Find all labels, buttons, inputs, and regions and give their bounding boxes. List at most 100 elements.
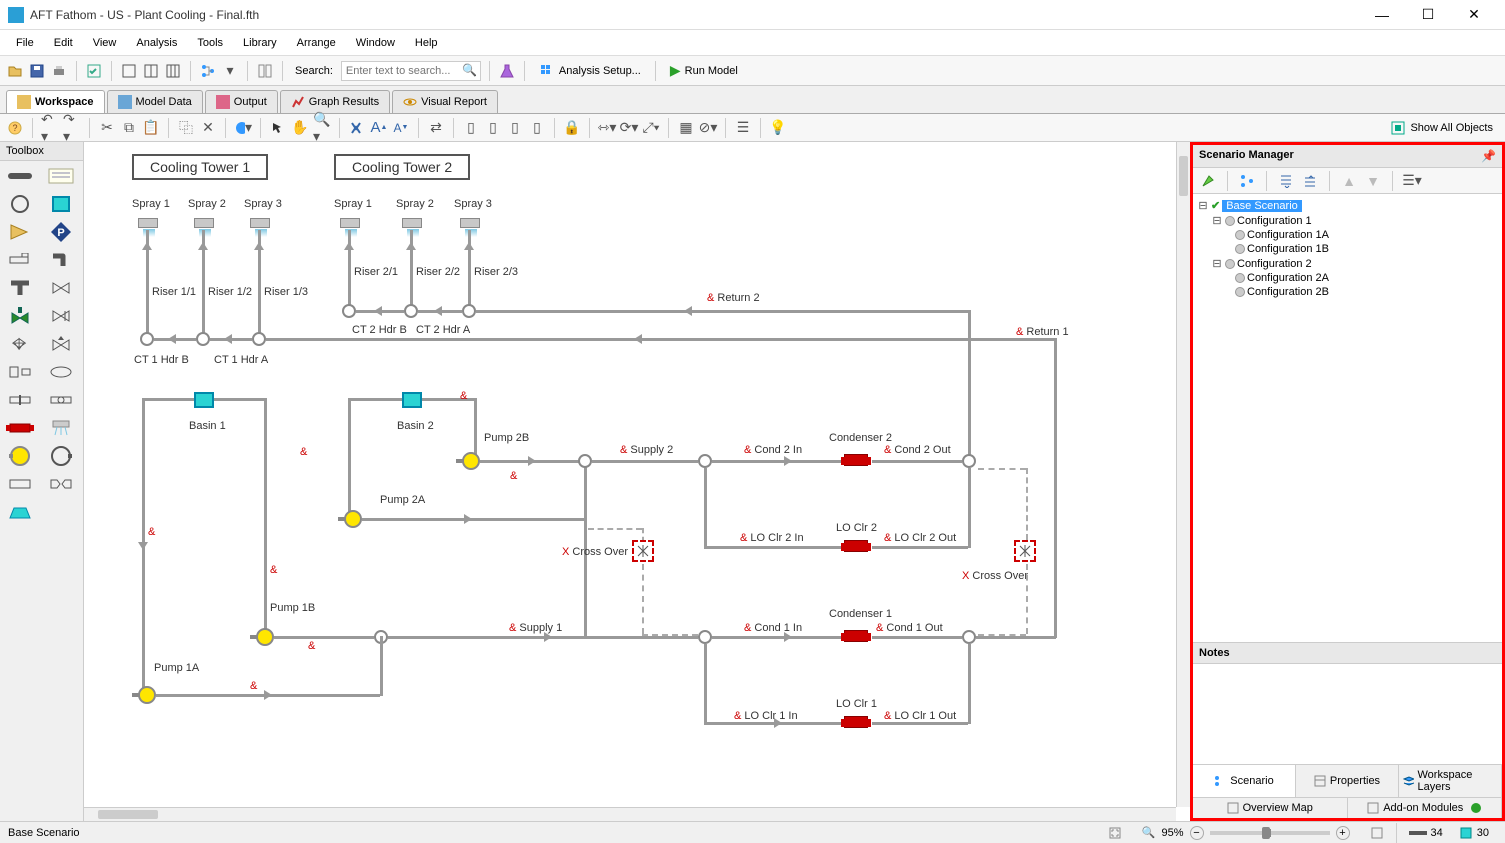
pipe-crossover-l-th[interactable] [588, 528, 642, 530]
copy-icon[interactable]: ⧉ [120, 119, 138, 137]
search-input[interactable] [341, 61, 481, 81]
pipe-supply1-merge[interactable] [380, 636, 383, 696]
label-cooling-tower-1[interactable]: Cooling Tower 1 [132, 154, 268, 180]
spray-node-3b[interactable] [460, 218, 480, 228]
pipe-crossover-l-feed[interactable] [584, 520, 587, 636]
duplicate-icon[interactable]: ⿻ [177, 119, 195, 137]
scale-icon[interactable]: ⤢▾ [642, 119, 660, 137]
junction-ct2b[interactable] [342, 304, 356, 318]
junction-ct1b[interactable] [140, 332, 154, 346]
menu-library[interactable]: Library [233, 34, 287, 52]
pipe-cond-1-in[interactable] [712, 636, 844, 639]
pipe-return-2-v[interactable] [968, 310, 971, 460]
expand-icon[interactable]: ⊟ [1197, 199, 1209, 212]
tool-area-change[interactable] [4, 361, 36, 383]
zoom-out-button[interactable]: − [1190, 826, 1204, 840]
close-button[interactable]: ✕ [1451, 0, 1497, 30]
show-all-objects-button[interactable]: Show All Objects [1384, 120, 1499, 136]
pipe-cond-2-out[interactable] [872, 460, 962, 463]
paste-icon[interactable]: 📋 [142, 119, 160, 137]
rotate-icon[interactable]: ⟳▾ [620, 119, 638, 137]
tool-spray[interactable] [45, 417, 77, 439]
nosign-icon[interactable]: ⊘▾ [699, 119, 717, 137]
tab-scenario[interactable]: Scenario [1193, 765, 1296, 797]
properties-icon[interactable]: ☰ [734, 119, 752, 137]
pump-2a[interactable] [344, 510, 362, 528]
pipe-cond-1-out[interactable] [872, 636, 962, 639]
fit-icon[interactable] [1108, 826, 1122, 840]
collapse-all-icon[interactable] [1301, 172, 1319, 190]
zoom-slider[interactable] [1210, 831, 1330, 835]
tree-row-config1b[interactable]: Configuration 1B [1197, 242, 1498, 256]
pipe-p2a-out[interactable] [362, 518, 584, 521]
pipe-b2-r[interactable] [422, 398, 476, 401]
globe-icon[interactable]: ▾ [234, 119, 252, 137]
pipe-loclr2-up[interactable] [968, 468, 971, 548]
tool-assigned-pressure[interactable]: P [45, 221, 77, 243]
tree-row-config1a[interactable]: Configuration 1A [1197, 228, 1498, 242]
menu-window[interactable]: Window [346, 34, 405, 52]
tool-control-valve[interactable] [4, 305, 36, 327]
tab-graph-results[interactable]: Graph Results [280, 90, 390, 113]
pump-1b[interactable] [256, 628, 274, 646]
flip-h-icon[interactable]: ⇿▾ [598, 119, 616, 137]
tab-addon-modules[interactable]: Add-on Modules [1348, 798, 1503, 818]
pipe-return-1[interactable] [266, 338, 1056, 341]
hand-icon[interactable]: ✋ [291, 119, 309, 137]
menu-analysis[interactable]: Analysis [126, 34, 187, 52]
scenario-tree[interactable]: ⊟ ✔ Base Scenario ⊟ Configuration 1 Conf… [1193, 194, 1502, 642]
tool-pipe[interactable] [4, 165, 36, 187]
lock-icon[interactable]: 🔒 [563, 119, 581, 137]
help-bubble-icon[interactable]: ? [6, 119, 24, 137]
tab-overview-map[interactable]: Overview Map [1193, 798, 1348, 818]
pipe-loclr1-out[interactable] [872, 722, 968, 725]
junction-ct2a[interactable] [462, 304, 476, 318]
tool-three-way[interactable] [4, 333, 36, 355]
pipe-crossover-r-th[interactable] [978, 468, 1026, 470]
search-icon[interactable]: 🔍 [462, 63, 477, 77]
tab-model-data[interactable]: Model Data [107, 90, 203, 113]
spray-node-3[interactable] [250, 218, 270, 228]
tab-properties[interactable]: Properties [1296, 765, 1399, 797]
pipe-b2-l[interactable] [348, 398, 402, 401]
grid-icon[interactable]: ▦ [677, 119, 695, 137]
tool-elbow[interactable] [45, 249, 77, 271]
undo-icon[interactable]: ↶ ▾ [41, 119, 59, 137]
tool-venturi[interactable] [45, 473, 77, 495]
junction-cond1-out[interactable] [962, 630, 976, 644]
basin-2[interactable] [402, 392, 422, 408]
expand-icon[interactable]: ⊟ [1211, 214, 1223, 227]
pointer-icon[interactable] [269, 119, 287, 137]
tool-valve[interactable] [45, 277, 77, 299]
print-icon[interactable] [50, 62, 68, 80]
junction-cond1-split[interactable] [698, 630, 712, 644]
menu-tools[interactable]: Tools [187, 34, 233, 52]
pipe-supply2-merge[interactable] [584, 460, 587, 520]
tree-row-config1[interactable]: ⊟ Configuration 1 [1197, 213, 1498, 228]
flask-icon[interactable] [498, 62, 516, 80]
tool-relief-valve[interactable] [45, 333, 77, 355]
save-icon[interactable] [28, 62, 46, 80]
pipe-crossover-r-top[interactable] [1026, 468, 1028, 540]
pump-2b[interactable] [462, 452, 480, 470]
menu-help[interactable]: Help [405, 34, 448, 52]
minimize-button[interactable]: — [1359, 0, 1405, 30]
layout3-icon[interactable] [164, 62, 182, 80]
pipe-b1-l[interactable] [142, 398, 194, 401]
zoom-in-button[interactable]: + [1336, 826, 1350, 840]
junction-ct1a[interactable] [252, 332, 266, 346]
scroll-thumb[interactable] [1179, 156, 1188, 196]
tree-row-config2[interactable]: ⊟ Configuration 2 [1197, 256, 1498, 271]
tree-row-config2a[interactable]: Configuration 2A [1197, 271, 1498, 285]
tab-layers[interactable]: Workspace Layers [1399, 765, 1502, 797]
redo-icon[interactable]: ↷ ▾ [63, 119, 81, 137]
condenser-2[interactable] [844, 454, 868, 466]
layout2-icon[interactable] [142, 62, 160, 80]
label-cooling-tower-2[interactable]: Cooling Tower 2 [334, 154, 470, 180]
tool-screen[interactable] [45, 389, 77, 411]
tool-pump-as-turbine[interactable] [45, 445, 77, 467]
expand-all-icon[interactable] [1277, 172, 1295, 190]
pipe-b1-r[interactable] [214, 398, 266, 401]
new-scenario-icon[interactable] [1199, 172, 1217, 190]
tool-heat-exchanger[interactable] [4, 417, 36, 439]
